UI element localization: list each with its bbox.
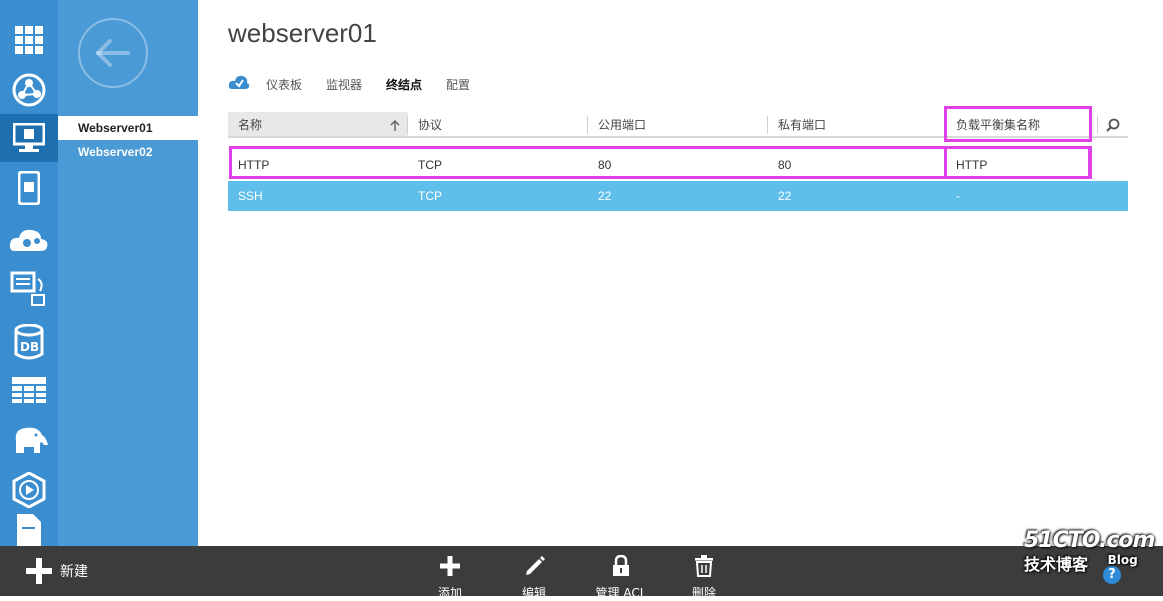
media-service-icon[interactable]	[0, 466, 58, 514]
cell-protocol: TCP	[418, 189, 442, 203]
column-header-label: 公用端口	[598, 118, 647, 132]
cell-lb-set: -	[956, 189, 960, 203]
column-header-public-port[interactable]: 公用端口	[588, 112, 768, 138]
tab-monitor[interactable]: 监视器	[326, 76, 362, 93]
plus-icon	[440, 556, 460, 576]
table-storage-icon[interactable]	[0, 366, 58, 414]
svg-text:DB: DB	[20, 340, 39, 354]
cell-lb-set: HTTP	[956, 158, 988, 172]
table-row[interactable]: SSH TCP 22 22 -	[228, 181, 1128, 211]
plus-icon	[26, 558, 52, 584]
edit-button[interactable]: 编辑	[504, 546, 564, 600]
resource-list-panel: Webserver01 Webserver02	[58, 0, 198, 546]
resource-item-webserver01[interactable]: Webserver01	[58, 116, 198, 140]
cell-public-port: 22	[598, 189, 612, 203]
new-button[interactable]: 新建	[26, 546, 88, 596]
mobile-service-icon[interactable]	[0, 164, 58, 212]
column-header-label: 协议	[418, 118, 443, 132]
lock-icon	[613, 555, 629, 576]
batch-icon[interactable]	[0, 266, 58, 314]
back-arrow-icon	[96, 39, 130, 67]
tab-endpoints[interactable]: 终结点	[386, 76, 422, 93]
search-icon	[1106, 118, 1120, 132]
column-header-label: 负载平衡集名称	[956, 118, 1041, 132]
tab-configure[interactable]: 配置	[446, 76, 470, 93]
watermark: 51CTO.com 技术博客 Blog	[1024, 528, 1155, 575]
command-bar: 新建 添加 编辑 管理 ACL 删除 ?	[0, 546, 1163, 600]
column-header-private-port[interactable]: 私有端口	[768, 112, 946, 138]
delete-label: 删除	[691, 586, 716, 600]
column-header-protocol[interactable]: 协议	[408, 112, 588, 138]
resource-item-webserver02[interactable]: Webserver02	[58, 140, 198, 164]
table-search-button[interactable]	[1098, 112, 1128, 138]
watermark-site: 51CTO.com	[1024, 528, 1155, 553]
watermark-blog-cn: 技术博客	[1024, 555, 1089, 574]
pencil-icon	[526, 556, 545, 575]
column-header-name[interactable]: 名称	[228, 112, 408, 138]
watermark-blog-en: Blog	[1107, 553, 1138, 567]
table-row[interactable]: HTTP TCP 80 80 HTTP	[228, 150, 1128, 180]
manage-acl-label: 管理 ACL	[595, 586, 647, 600]
column-header-label: 名称	[238, 118, 263, 132]
back-button[interactable]	[78, 18, 148, 88]
globe-icon[interactable]	[0, 66, 58, 114]
cell-public-port: 80	[598, 158, 612, 172]
add-label: 添加	[437, 586, 462, 600]
cloud-quickstart-icon[interactable]	[228, 74, 250, 94]
tab-dashboard[interactable]: 仪表板	[266, 76, 302, 93]
database-icon[interactable]: DB	[0, 318, 58, 366]
page-title: webserver01	[228, 18, 377, 48]
trash-icon	[695, 555, 713, 577]
cell-name: HTTP	[238, 158, 270, 172]
grid-icon[interactable]	[0, 16, 58, 64]
cell-private-port: 22	[778, 189, 792, 203]
cloud-service-icon[interactable]	[0, 216, 58, 264]
service-nav-rail: DB	[0, 0, 58, 546]
cell-name: SSH	[238, 189, 263, 203]
document-icon[interactable]	[0, 512, 58, 546]
tab-bar: 仪表板 监视器 终结点 配置	[228, 74, 494, 94]
cell-protocol: TCP	[418, 158, 442, 172]
hdinsight-elephant-icon[interactable]	[0, 416, 58, 464]
virtual-machine-icon[interactable]	[0, 114, 58, 162]
cell-private-port: 80	[778, 158, 792, 172]
edit-label: 编辑	[521, 586, 546, 600]
column-header-lb-set[interactable]: 负载平衡集名称	[946, 112, 1098, 138]
new-button-label: 新建	[60, 564, 88, 580]
delete-button[interactable]: 删除	[674, 546, 734, 600]
manage-acl-button[interactable]: 管理 ACL	[586, 546, 656, 600]
add-button[interactable]: 添加	[420, 546, 480, 600]
sort-ascending-icon	[390, 120, 400, 131]
column-header-label: 私有端口	[778, 118, 827, 132]
